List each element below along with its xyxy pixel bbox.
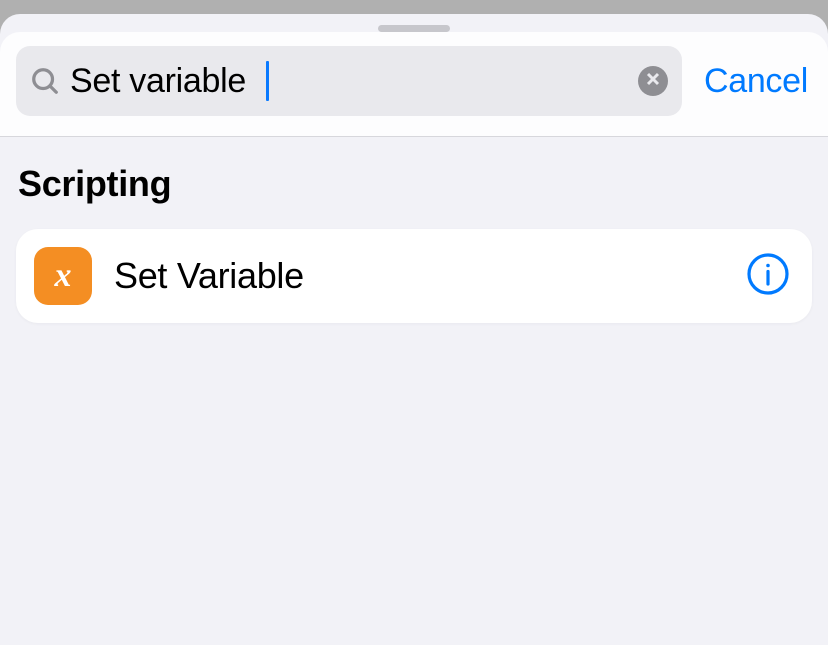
- search-input[interactable]: [70, 62, 638, 101]
- info-icon: [746, 252, 790, 301]
- search-field[interactable]: [16, 46, 682, 116]
- section-header-scripting: Scripting: [16, 163, 812, 205]
- action-search-sheet: Cancel Scripting x Set Variable: [0, 14, 828, 645]
- action-result-set-variable[interactable]: x Set Variable: [16, 229, 812, 323]
- results-content: Scripting x Set Variable: [0, 137, 828, 645]
- search-bar: Cancel: [0, 32, 828, 137]
- search-input-wrap: [70, 46, 638, 116]
- drag-handle[interactable]: [378, 25, 450, 32]
- action-label: Set Variable: [114, 255, 746, 297]
- close-icon: [646, 72, 660, 91]
- variable-icon: x: [34, 247, 92, 305]
- search-icon: [30, 66, 60, 96]
- text-caret: [266, 61, 269, 101]
- clear-search-button[interactable]: [638, 66, 668, 96]
- variable-icon-glyph: x: [55, 257, 72, 295]
- info-button[interactable]: [746, 254, 790, 298]
- cancel-button[interactable]: Cancel: [704, 62, 812, 101]
